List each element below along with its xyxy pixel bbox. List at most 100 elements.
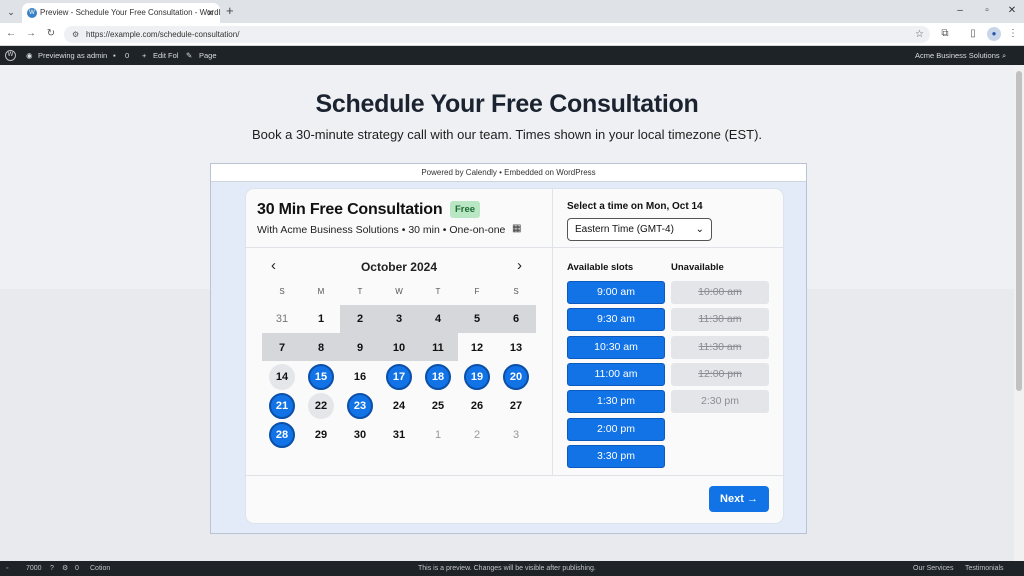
available-day[interactable]: 17 — [386, 364, 412, 390]
site-name-link[interactable]: Acme Business Solutions — [915, 46, 1000, 65]
embedded-platform: WordPress — [556, 168, 596, 177]
bookmark-star-icon[interactable]: ☆ — [915, 26, 924, 43]
weekday-header: W — [395, 287, 403, 296]
powered-brand: Calendly — [465, 168, 497, 177]
available-day[interactable]: 28 — [269, 422, 295, 448]
next-month-button[interactable]: › — [517, 257, 522, 275]
arrow-right-icon: → — [746, 493, 758, 505]
tab-list-icon[interactable]: ⌄ — [4, 5, 18, 19]
timezone-select[interactable]: Eastern Time (GMT-4) ⌄ — [567, 218, 712, 241]
available-day[interactable]: 19 — [464, 364, 490, 390]
available-day[interactable]: 21 — [269, 393, 295, 419]
selected-date-label: Select a time on Mon, Oct 14 — [567, 201, 703, 212]
back-icon[interactable]: ← — [4, 27, 18, 41]
next-button[interactable]: Next → — [709, 486, 769, 512]
calendar-day: 7 — [278, 342, 286, 354]
scheduler-card: 30 Min Free Consultation Free With Acme … — [246, 189, 783, 523]
scrollbar-thumb[interactable] — [1016, 71, 1022, 391]
calendar-day: 12 — [470, 342, 484, 354]
footer-item-0[interactable]: 7000 — [26, 561, 42, 576]
page-subtitle: Book a 30-minute strategy call with our … — [251, 127, 763, 142]
footer-item-1[interactable]: 0 — [75, 561, 79, 576]
calendar-day: 1 — [434, 429, 442, 441]
time-slot-button[interactable]: 3:30 pm — [567, 445, 665, 468]
footer-logo-icon: ◦ — [6, 565, 9, 572]
page-link[interactable]: Page — [199, 46, 217, 65]
calendar-day: 26 — [470, 400, 484, 412]
weekday-header: S — [279, 287, 285, 296]
embedded-prefix: • Embedded on — [496, 168, 557, 177]
weekday-header: M — [317, 287, 325, 296]
footer-link-services[interactable]: Our Services — [913, 561, 953, 576]
window-close-icon[interactable]: ✕ — [1004, 3, 1020, 19]
free-badge: Free — [450, 201, 481, 218]
preview-notice: This is a preview. Changes will be visib… — [418, 565, 596, 572]
comments-icon[interactable]: ▪ — [113, 46, 116, 65]
profile-avatar-icon[interactable]: ● — [987, 27, 1001, 41]
time-slot-button[interactable]: 1:30 pm — [567, 390, 665, 413]
time-slot-button[interactable]: 9:00 am — [567, 281, 665, 304]
vertical-divider — [552, 189, 553, 475]
calendar-day: 30 — [353, 429, 367, 441]
calendar-day: 25 — [431, 400, 445, 412]
calendar-day: 5 — [473, 313, 481, 325]
calendar-month-label: October 2024 — [360, 260, 438, 274]
calendar-day: 11 — [432, 342, 444, 354]
weekday-header: T — [357, 287, 363, 296]
comments-count[interactable]: 0 — [125, 46, 129, 65]
wp-admin-bar: W ◉ Previewing as admin ▪ 0 + Edit Fol ✎… — [0, 46, 1024, 65]
browser-tabbar: ⌄ W Preview - Schedule Your Free Consult… — [0, 0, 1024, 23]
site-info-icon[interactable]: ⚙ — [72, 26, 79, 43]
sidepanel-icon[interactable]: ▯ — [966, 27, 980, 41]
unavailable-header: Unavailable — [671, 262, 724, 273]
unavailable-slot: 11:30 am — [671, 308, 769, 331]
address-bar[interactable]: ⚙ https://example.com/schedule-consultat… — [64, 26, 930, 43]
maximize-icon[interactable]: ▫ — [979, 3, 995, 19]
calendar-day: 4 — [434, 313, 442, 325]
weekday-header: T — [435, 287, 441, 296]
close-tab-icon[interactable]: ✕ — [206, 3, 214, 23]
calendar-day: 8 — [317, 342, 325, 354]
search-icon[interactable]: ⌕ — [1002, 46, 1006, 65]
extensions-icon[interactable]: ⧉ — [938, 27, 952, 41]
available-day[interactable]: 20 — [503, 364, 529, 390]
footer-link-testimonials[interactable]: Testimonials — [965, 561, 1004, 576]
calendar-day: 13 — [509, 342, 523, 354]
wordpress-logo-icon[interactable]: W — [5, 50, 16, 61]
next-label: Next — [720, 493, 744, 505]
time-slot-button[interactable]: 11:00 am — [567, 363, 665, 386]
footer-settings-icon[interactable]: ⚙ — [62, 561, 68, 576]
minimize-icon[interactable]: – — [952, 3, 968, 19]
available-day[interactable]: 18 — [425, 364, 451, 390]
reload-icon[interactable]: ↻ — [44, 27, 58, 41]
time-slot-button[interactable]: 2:00 pm — [567, 418, 665, 441]
calendar-day: 29 — [314, 429, 328, 441]
time-slot-button[interactable]: 10:30 am — [567, 336, 665, 359]
new-tab-icon[interactable]: + — [226, 3, 234, 19]
calendar-day[interactable]: 22 — [308, 393, 334, 419]
footer-divider — [246, 475, 783, 476]
weekday-header: S — [513, 287, 519, 296]
footer-help-icon[interactable]: ? — [50, 561, 54, 576]
preview-eye-icon: ◉ — [26, 51, 33, 60]
add-new-icon[interactable]: + — [142, 46, 146, 65]
page-scrollbar[interactable] — [1014, 65, 1024, 561]
embed-header: Powered by Calendly • Embedded on WordPr… — [211, 164, 806, 182]
edit-link[interactable]: Edit Fol — [153, 46, 178, 65]
time-slot-button[interactable]: 9:30 am — [567, 308, 665, 331]
unavailable-slot: 10:00 am — [671, 281, 769, 304]
browser-tab[interactable]: W Preview - Schedule Your Free Consultat… — [22, 3, 220, 23]
forward-icon[interactable]: → — [24, 27, 38, 41]
pencil-icon: ✎ — [186, 51, 193, 60]
footer-item-2[interactable]: Cotion — [90, 561, 110, 576]
available-day[interactable]: 23 — [347, 393, 373, 419]
unavailable-slot: 11:30 am — [671, 336, 769, 359]
browser-menu-icon[interactable]: ⋮ — [1006, 27, 1020, 41]
available-slots-header: Available slots — [567, 262, 634, 273]
calendar-day[interactable]: 14 — [269, 364, 295, 390]
available-day[interactable]: 15 — [308, 364, 334, 390]
calendar-day: 24 — [392, 400, 406, 412]
event-meta: With Acme Business Solutions • 30 min • … — [257, 224, 506, 236]
calendar-day: 2 — [356, 313, 364, 325]
calendar-icon: ▦ — [512, 223, 522, 234]
